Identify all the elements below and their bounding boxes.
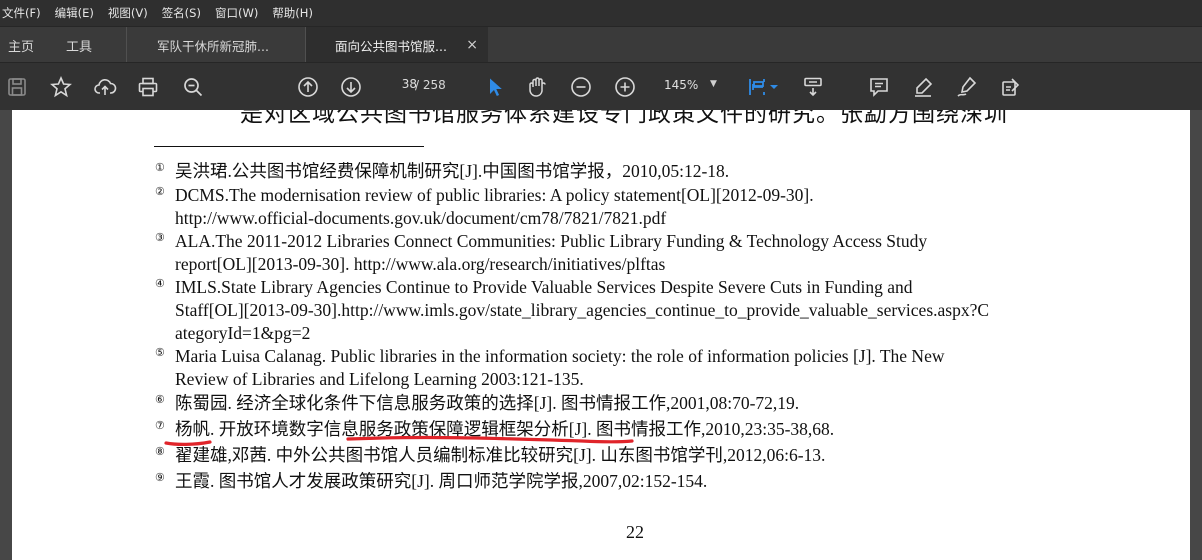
footnote-text: DCMS.The modernisation review of public … (175, 185, 814, 205)
tab-document-1[interactable]: 军队干休所新冠肺... (126, 27, 306, 63)
scroll-mode-icon[interactable] (800, 74, 826, 100)
menu-file[interactable]: 文件(F) (2, 5, 48, 21)
star-icon[interactable] (48, 74, 74, 100)
footnote-text: ategoryId=1&pg=2 (175, 323, 311, 343)
zoom-out-icon[interactable] (568, 74, 594, 100)
menu-sign[interactable]: 签名(S) (162, 5, 208, 21)
footnote-text: Maria Luisa Calanag. Public libraries in… (175, 346, 945, 366)
select-cursor-icon[interactable] (482, 74, 508, 100)
sign-icon[interactable] (954, 74, 980, 100)
footnote-text: IMLS.State Library Agencies Continue to … (175, 277, 913, 297)
footnote-text: 陈蜀园. 经济全球化条件下信息服务政策的选择[J]. 图书情报工作,2001,0… (175, 393, 800, 413)
zoom-in-icon[interactable] (612, 74, 638, 100)
footnote-mark: ⑥ (155, 394, 165, 406)
hand-icon[interactable] (524, 74, 550, 100)
footnote-text: Staff[OL][2013-09-30].http://www.imls.go… (175, 300, 990, 320)
footnote-separator (154, 146, 424, 147)
highlight-pen-icon[interactable] (910, 74, 936, 100)
pdf-page: 是对区域公共图书馆服务体系建设专门政策文件的研究。张勐方围绕深圳 ① 吴洪珺.公… (12, 110, 1190, 560)
footnote-mark: ② (155, 186, 165, 198)
page-down-icon[interactable] (338, 74, 364, 100)
tab-document-2-active[interactable]: 面向公共图书馆服... × (306, 27, 488, 63)
tab-tools[interactable]: 工具 (66, 27, 92, 63)
footnote-text: 王霞. 图书馆人才发展政策研究[J]. 周口师范学院学报,2007,02:152… (175, 471, 708, 491)
footnote-text: report[OL][2013-09-30]. http://www.ala.o… (175, 254, 666, 274)
footnote-text: ALA.The 2011-2012 Libraries Connect Comm… (175, 231, 928, 251)
chevron-down-icon[interactable] (768, 74, 780, 100)
footnote-mark: ④ (155, 278, 165, 290)
red-underline-annotation (164, 435, 634, 446)
tab-home[interactable]: 主页 (8, 27, 34, 63)
tab-bar: 主页 工具 军队干休所新冠肺... 面向公共图书馆服... × (0, 26, 1202, 63)
footnote-mark: ① (155, 162, 165, 174)
zoom-level[interactable]: 145% (664, 78, 698, 92)
menu-edit[interactable]: 编辑(E) (55, 5, 101, 21)
fill-sign-icon[interactable] (998, 74, 1024, 100)
menu-window[interactable]: 窗口(W) (215, 5, 265, 21)
page-up-icon[interactable] (295, 74, 321, 100)
upload-cloud-icon[interactable] (92, 74, 118, 100)
print-icon[interactable] (135, 74, 161, 100)
footnote-text: 吴洪珺.公共图书馆经费保障机制研究[J].中国图书馆学报，2010,05:12-… (175, 161, 730, 181)
body-text-line: 是对区域公共图书馆服务体系建设专门政策文件的研究。张勐方围绕深圳 (240, 110, 1008, 127)
chevron-down-icon[interactable]: ▼ (710, 79, 717, 89)
menu-help[interactable]: 帮助(H) (272, 5, 320, 21)
toolbar: 38 / 258 145% ▼ (0, 62, 1202, 110)
document-viewport[interactable]: 是对区域公共图书馆服务体系建设专门政策文件的研究。张勐方围绕深圳 ① 吴洪珺.公… (0, 110, 1202, 560)
footnote-mark: ⑨ (155, 472, 165, 484)
close-icon[interactable]: × (466, 37, 478, 53)
menu-view[interactable]: 视图(V) (108, 5, 155, 21)
tab-document-2-label: 面向公共图书馆服... (335, 38, 447, 54)
footnote-mark: ③ (155, 232, 165, 244)
menu-bar: 文件(F) 编辑(E) 视图(V) 签名(S) 窗口(W) 帮助(H) (0, 0, 1202, 26)
tab-document-1-label: 军队干休所新冠肺... (157, 38, 269, 54)
comment-icon[interactable] (866, 74, 892, 100)
page-total-label: / 258 (415, 78, 446, 92)
search-zoom-icon[interactable] (180, 74, 206, 100)
footnote-text: http://www.official-documents.gov.uk/doc… (175, 208, 667, 228)
page-number: 22 (626, 522, 644, 542)
footnote-mark: ⑤ (155, 347, 165, 359)
save-icon[interactable] (4, 74, 30, 100)
fit-page-icon[interactable] (744, 74, 770, 100)
footnote-text: Review of Libraries and Lifelong Learnin… (175, 369, 584, 389)
